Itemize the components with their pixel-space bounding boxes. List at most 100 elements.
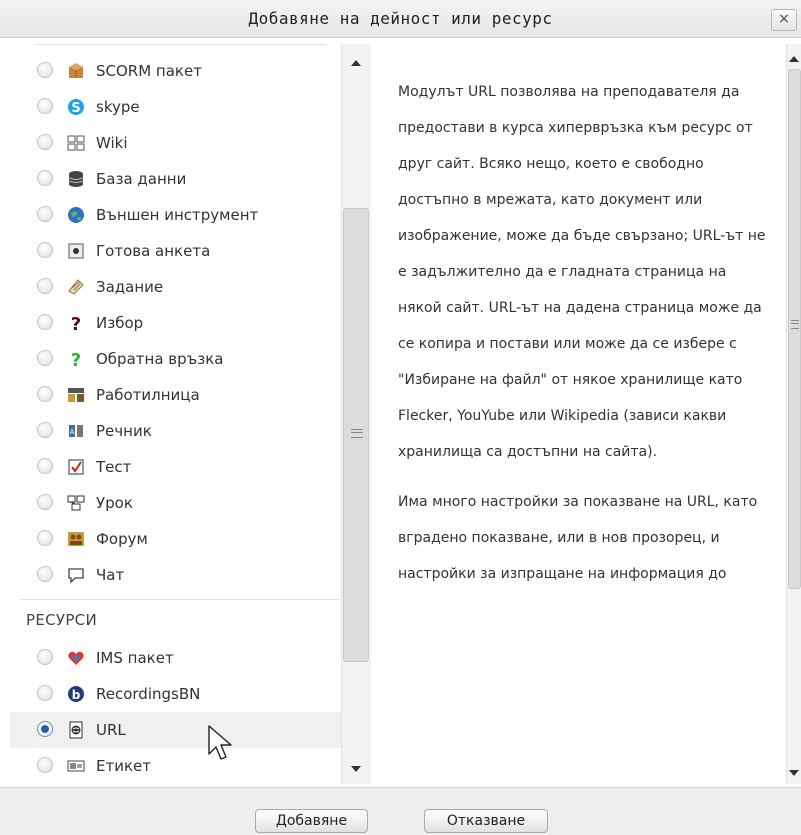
- label-icon: [67, 760, 85, 772]
- option-label: Готова анкета: [96, 242, 211, 260]
- assignment-icon: [68, 279, 84, 295]
- recordings-icon: b: [68, 686, 84, 702]
- radio-button[interactable]: [37, 566, 53, 582]
- radio-button[interactable]: [37, 170, 53, 186]
- add-button[interactable]: Добавяне: [255, 809, 368, 833]
- dialog-titlebar: Добавяне на дейност или ресурс ×: [0, 0, 801, 38]
- grip-icon: [791, 320, 799, 329]
- option-scorm-package[interactable]: SCORM пакет: [10, 53, 341, 89]
- glossary-icon: A: [69, 425, 83, 437]
- radio-button[interactable]: [37, 757, 53, 773]
- option-label: Работилница: [96, 386, 200, 404]
- option-skype[interactable]: S skype: [10, 89, 341, 125]
- grip-icon: [351, 429, 363, 438]
- option-lesson[interactable]: Урок: [10, 485, 341, 521]
- radio-button[interactable]: [37, 458, 53, 474]
- ims-package-icon: [68, 651, 84, 665]
- option-forum[interactable]: Форум: [10, 521, 341, 557]
- option-database[interactable]: База данни: [10, 161, 341, 197]
- option-url[interactable]: URL: [10, 712, 341, 748]
- description-scrollbar[interactable]: [786, 44, 801, 784]
- skype-icon: S: [68, 99, 84, 116]
- option-chat[interactable]: Чат: [10, 557, 341, 593]
- external-tool-icon: [68, 207, 84, 223]
- description-pane: Модулът URL позволява на преподавателя д…: [371, 44, 786, 784]
- svg-text:S: S: [71, 101, 80, 116]
- url-icon: [69, 721, 83, 739]
- option-assignment[interactable]: Задание: [10, 269, 341, 305]
- option-label: URL: [96, 721, 126, 739]
- survey-icon: [68, 243, 84, 259]
- divider: [36, 44, 326, 45]
- description-paragraph: Има много настройки за показване на URL,…: [398, 494, 758, 582]
- add-activity-dialog: Добавяне на дейност или ресурс × SCORM п…: [0, 0, 801, 835]
- option-label: Обратна връзка: [96, 350, 224, 368]
- wiki-icon: [67, 135, 85, 151]
- radio-button[interactable]: [37, 242, 53, 258]
- option-ims-package[interactable]: IMS пакет: [10, 640, 341, 676]
- radio-button[interactable]: [37, 494, 53, 510]
- scroll-up-arrow-icon[interactable]: [789, 56, 799, 62]
- option-label: Избор: [96, 314, 144, 332]
- option-feedback[interactable]: ? Обратна връзка: [10, 341, 341, 377]
- option-recordingsbn[interactable]: b RecordingsBN: [10, 676, 341, 712]
- radio-button[interactable]: [37, 206, 53, 222]
- resources-heading: РЕСУРСИ: [26, 611, 97, 629]
- workshop-icon: [68, 388, 84, 402]
- radio-button[interactable]: [37, 62, 53, 78]
- option-label: База данни: [96, 170, 187, 188]
- scrollbar-thumb[interactable]: [343, 208, 369, 662]
- database-icon: [68, 171, 84, 187]
- svg-text:A: A: [70, 428, 75, 436]
- close-button[interactable]: ×: [771, 9, 797, 31]
- option-label: SCORM пакет: [96, 62, 202, 80]
- mouse-cursor-icon: [208, 725, 232, 760]
- option-label: Форум: [96, 530, 148, 548]
- divider: [20, 599, 340, 600]
- radio-button[interactable]: [37, 685, 53, 701]
- radio-button[interactable]: [37, 721, 53, 737]
- lesson-icon: [67, 495, 85, 511]
- description-paragraph: Модулът URL позволява на преподавателя д…: [398, 84, 766, 460]
- option-label: skype: [96, 98, 140, 116]
- option-wiki[interactable]: Wiki: [10, 125, 341, 161]
- activity-list-scrollbar[interactable]: [341, 44, 371, 784]
- option-label-resource[interactable]: Етикет: [10, 748, 341, 784]
- option-workshop[interactable]: Работилница: [10, 377, 341, 413]
- radio-button[interactable]: [37, 350, 53, 366]
- scroll-down-arrow-icon[interactable]: [789, 770, 799, 776]
- option-survey[interactable]: Готова анкета: [10, 233, 341, 269]
- option-label: Етикет: [96, 757, 151, 775]
- option-glossary[interactable]: A Речник: [10, 413, 341, 449]
- option-label: Урок: [96, 494, 133, 512]
- chat-icon: [68, 568, 84, 584]
- cancel-button[interactable]: Отказване: [424, 809, 548, 833]
- scrollbar-thumb[interactable]: [788, 69, 801, 589]
- radio-button[interactable]: [37, 649, 53, 665]
- scroll-down-arrow-icon[interactable]: [351, 766, 361, 772]
- option-label: IMS пакет: [96, 649, 174, 667]
- activity-list: SCORM пакет S skype Wiki База данни Външ…: [10, 44, 341, 784]
- option-external-tool[interactable]: Външен инструмент: [10, 197, 341, 233]
- option-choice[interactable]: ? Избор: [10, 305, 341, 341]
- svg-text:?: ?: [71, 314, 81, 333]
- feedback-icon: ?: [71, 350, 81, 369]
- dialog-title: Добавяне на дейност или ресурс: [248, 9, 553, 28]
- scroll-up-arrow-icon[interactable]: [351, 60, 361, 66]
- choice-icon: ?: [71, 314, 81, 333]
- radio-button[interactable]: [37, 530, 53, 546]
- radio-button[interactable]: [37, 386, 53, 402]
- scorm-package-icon: [69, 63, 83, 78]
- radio-button[interactable]: [37, 134, 53, 150]
- option-label: Речник: [96, 422, 152, 440]
- description-text: Модулът URL позволява на преподавателя д…: [398, 74, 772, 606]
- option-quiz[interactable]: Тест: [10, 449, 341, 485]
- radio-button[interactable]: [37, 422, 53, 438]
- forum-icon: [68, 532, 84, 546]
- radio-button[interactable]: [37, 278, 53, 294]
- option-label: RecordingsBN: [96, 685, 201, 703]
- radio-button[interactable]: [37, 314, 53, 330]
- option-label: Задание: [96, 278, 164, 296]
- option-label: Wiki: [96, 134, 128, 152]
- radio-button[interactable]: [37, 98, 53, 114]
